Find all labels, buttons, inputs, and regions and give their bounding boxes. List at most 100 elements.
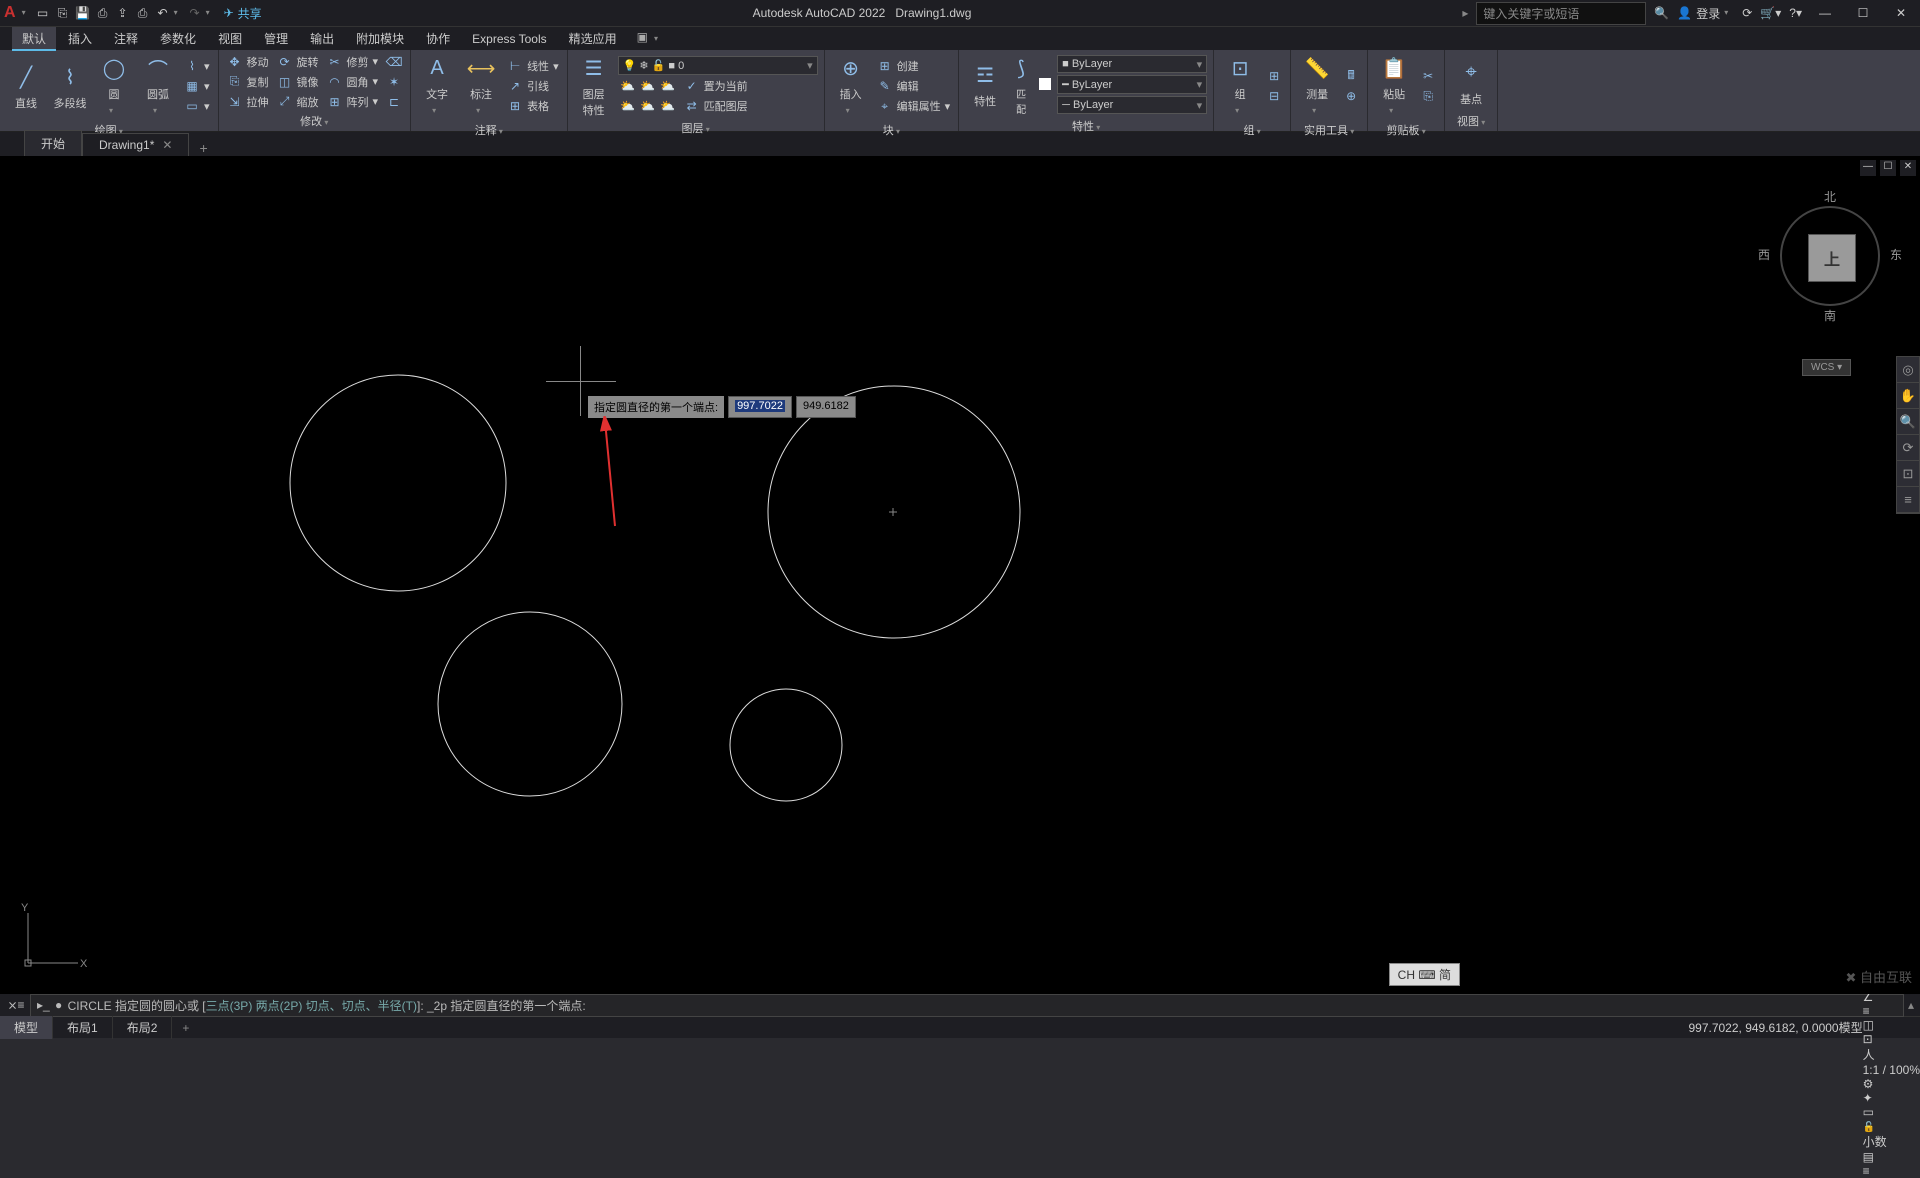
tab-default[interactable]: 默认 [12,27,56,51]
maximize-button[interactable]: ☐ [1848,6,1878,20]
unit-readout[interactable]: 小数 [1863,1133,1920,1150]
array-button[interactable]: ⊞阵列▾ [325,93,381,111]
explode-button[interactable]: ✶ [384,73,404,91]
count-button[interactable]: ⊕ [1341,87,1361,105]
panel-modify-title[interactable]: 修改 [225,111,405,129]
setcurrent-button[interactable]: ✓置为当前 [682,77,750,95]
wcs-label[interactable]: WCS ▾ [1802,359,1851,376]
tab-addons[interactable]: 附加模块 [346,27,414,51]
monitor-toggle-icon[interactable]: ▭ [1863,1105,1920,1119]
dyn-x-input[interactable]: 997.7022 [728,396,792,418]
table-button[interactable]: ⊞表格 [505,97,561,115]
tab-layout2[interactable]: 布局2 [113,1016,173,1039]
lw-bylayer[interactable]: ━ ByLayer [1057,75,1207,94]
panel-util-title[interactable]: 实用工具 [1297,120,1361,138]
ellipse-button[interactable]: ▦▾ [182,77,212,95]
tab-annotate[interactable]: 注释 [104,27,148,51]
scale-readout[interactable]: 1:1 / 100% [1863,1063,1920,1077]
mirror-button[interactable]: ◫镜像 [275,73,321,91]
web-open-icon[interactable]: ⇪ [114,4,132,22]
insert-button[interactable]: ⊕插入▾ [831,52,871,120]
editattr-button[interactable]: ⌖编辑属性▾ [875,97,953,115]
qprops-toggle-icon[interactable]: ▤ [1863,1150,1920,1164]
measure-button[interactable]: 📏测量▾ [1297,52,1337,120]
tab-collab[interactable]: 协作 [416,27,460,51]
create-block-button[interactable]: ⊞创建 [875,57,953,75]
qat-dropdown[interactable]: ▾ [22,4,32,22]
trans-toggle-icon[interactable]: ◫ [1863,1018,1920,1032]
open-icon[interactable]: ⎘ [54,4,72,22]
app-logo[interactable]: A [4,4,16,22]
leader-button[interactable]: ↗引线 [505,77,561,95]
nav-more-icon[interactable]: ≡ [1897,487,1919,513]
minimize-button[interactable]: — [1810,6,1840,20]
group-edit[interactable]: ⊞ [1264,67,1284,85]
undo-icon[interactable]: ↶ [154,4,172,22]
edit-block-button[interactable]: ✎编辑 [875,77,953,95]
focus-icon[interactable]: ▣ [637,30,648,48]
add-layout-button[interactable]: + [172,1021,199,1035]
share-button[interactable]: ✈ 共享 [224,5,262,22]
base-button[interactable]: ⌖基点 [1451,57,1491,107]
props-button[interactable]: ☲特性 [965,59,1005,109]
cmdline-close-icon[interactable]: ⨯≡ [6,998,26,1012]
stretch-button[interactable]: ⇲拉伸 [225,93,271,111]
spline-button[interactable]: ⌇▾ [182,57,212,75]
panel-group-title[interactable]: 组 [1220,120,1284,138]
lw-toggle-icon[interactable]: ≡ [1863,1004,1920,1018]
offset-button[interactable]: ⊏ [384,93,404,111]
viewcube[interactable]: 北 南 东 西 上 WCS ▾ [1770,176,1890,336]
panel-props-title[interactable]: 特性 [965,116,1207,134]
autodesk-app-icon[interactable]: ⟳ [1742,6,1752,20]
panel-clip-title[interactable]: 剪贴板 [1374,120,1438,138]
polyline-button[interactable]: ⌇多段线 [50,61,90,111]
tab-manage[interactable]: 管理 [254,27,298,51]
nav-orbit-icon[interactable]: ⟳ [1897,435,1919,461]
layer-selector[interactable]: 💡 ❄ 🔓 ■ 0 [618,56,818,75]
redo-icon[interactable]: ↷ [186,4,204,22]
panel-view-title[interactable]: 视图 [1451,111,1491,129]
ws-toggle-icon[interactable]: ✦ [1863,1091,1920,1105]
viewcube-top[interactable]: 上 [1808,234,1856,282]
group-ungroup[interactable]: ⊟ [1264,87,1284,105]
tab-output[interactable]: 输出 [300,27,344,51]
panel-block-title[interactable]: 块 [831,120,953,138]
group-button[interactable]: ⊡组▾ [1220,52,1260,120]
layer-misc-2[interactable]: ⛅⛅⛅ [618,97,678,115]
scale-button[interactable]: ⤢缩放 [275,93,321,111]
trim-button[interactable]: ✂修剪▾ [325,53,381,71]
nav-wheel-icon[interactable]: ◎ [1897,357,1919,383]
viewcube-west[interactable]: 西 [1758,246,1770,263]
search-trigger-icon[interactable]: ▸ [1462,6,1468,20]
saveas-icon[interactable]: ⎙ [94,4,112,22]
tab-view[interactable]: 视图 [208,27,252,51]
custom-icon[interactable]: ≡ [1863,1164,1920,1178]
rotate-button[interactable]: ⟳旋转 [275,53,321,71]
panel-layers-title[interactable]: 图层 [574,118,818,136]
dim-button[interactable]: ⟷标注▾ [461,52,501,120]
search-input[interactable]: 键入关键字或短语 [1476,2,1646,25]
erase-button[interactable]: ⌫ [384,53,404,71]
tab-insert[interactable]: 插入 [58,27,102,51]
cycle-toggle-icon[interactable]: ⊡ [1863,1032,1920,1046]
new-icon[interactable]: ▭ [34,4,52,22]
copy-clip-button[interactable]: ⎘ [1418,87,1438,105]
nav-pan-icon[interactable]: ✋ [1897,383,1919,409]
drawing-canvas[interactable]: — ☐ ✕ 指定圆直径的第一个端点: 997.7022 949.6182 北 南… [0,156,1920,994]
tab-featured[interactable]: 精选应用 [559,27,627,51]
tab-drawing1[interactable]: Drawing1*✕ [82,133,189,156]
circle-button[interactable]: ◯圆▾ [94,52,134,120]
viewcube-east[interactable]: 东 [1890,246,1902,263]
tab-layout1[interactable]: 布局1 [53,1016,113,1039]
paste-button[interactable]: 📋粘贴▾ [1374,52,1414,120]
panel-annot-title[interactable]: 注释 [417,120,561,138]
viewcube-south[interactable]: 南 [1824,307,1836,324]
matchprops-button[interactable]: ⟆匹 配 [1009,52,1033,116]
rect-button[interactable]: ▭▾ [182,97,212,115]
close-tab-icon[interactable]: ✕ [162,138,172,152]
search-icon[interactable]: 🔍 [1654,6,1669,20]
save-icon[interactable]: 💾 [74,4,92,22]
cut-button[interactable]: ✂ [1418,67,1438,85]
tab-start[interactable]: 开始 [24,130,82,156]
space-toggle[interactable]: 模型 [1839,1019,1863,1036]
